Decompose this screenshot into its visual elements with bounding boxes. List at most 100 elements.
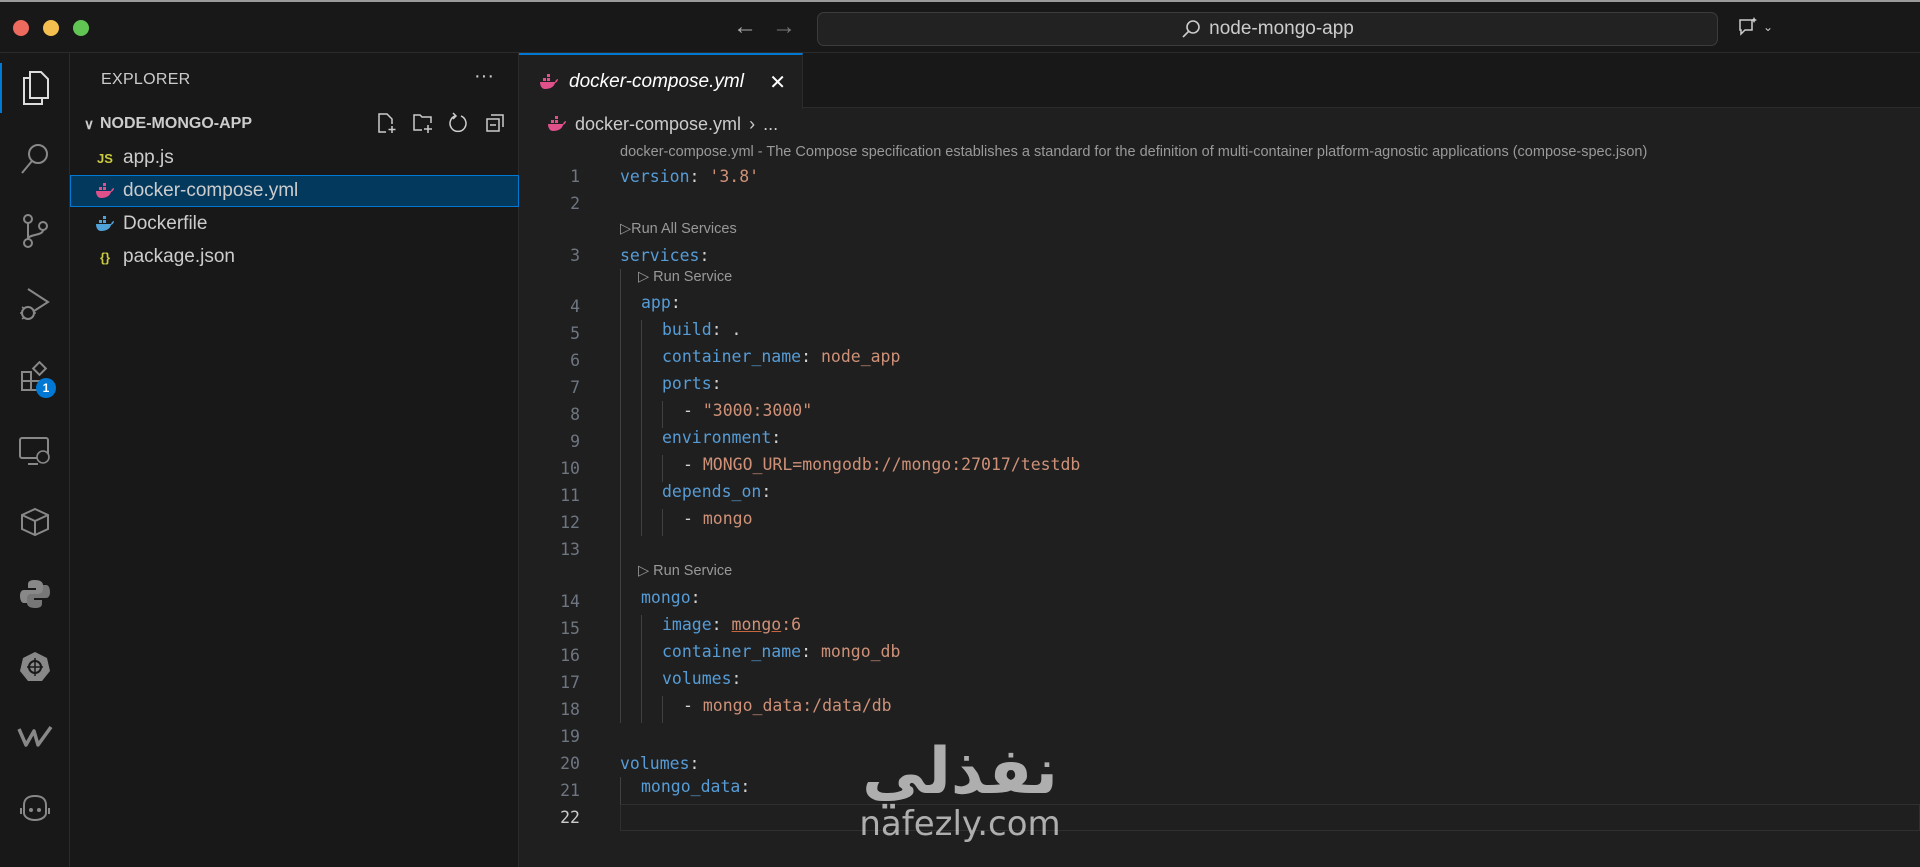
indent-guide: [641, 401, 662, 428]
docker-icon: [95, 216, 115, 232]
punctuation: -: [683, 401, 703, 420]
punctuation: :: [670, 293, 681, 312]
code-line: 1 version: '3.8': [519, 163, 1920, 190]
activity-wallaby[interactable]: [0, 712, 70, 762]
run-service-link[interactable]: ▷ Run Service: [638, 563, 732, 588]
yaml-value: :6: [781, 614, 802, 634]
new-file-button[interactable]: [376, 111, 398, 135]
refresh-icon: [449, 112, 467, 133]
code-line: 15 image: mongo:6: [519, 614, 1920, 642]
search-text: node-mongo-app: [1209, 18, 1354, 39]
yaml-key: depends_on: [662, 482, 762, 501]
activity-containers[interactable]: [0, 497, 70, 547]
indent-guide: [662, 695, 683, 723]
punctuation: :: [771, 428, 782, 447]
watermark-latin: nafezly.com: [859, 804, 1061, 844]
line-number: 15: [560, 618, 580, 638]
run-service-link[interactable]: ▷Run All Services: [620, 221, 737, 237]
activity-remote-explorer[interactable]: [0, 426, 70, 476]
docker-icon: [548, 116, 566, 131]
tab-docker-compose[interactable]: docker-compose.yml ✕: [519, 53, 803, 109]
activity-python[interactable]: [0, 569, 70, 619]
codelens-run: ▷ Run Service: [519, 268, 1920, 294]
file-name: docker-compose.yml: [123, 180, 299, 201]
codelens-run: ▷ Run Service: [519, 563, 1920, 588]
schema-hint: docker-compose.yml - The Compose specifi…: [620, 143, 1648, 160]
indent-guide: [620, 455, 641, 482]
back-button[interactable]: ←: [733, 13, 757, 41]
indent-guide: [620, 509, 641, 536]
refresh-button[interactable]: [448, 111, 470, 135]
command-center-search[interactable]: node-mongo-app: [817, 12, 1718, 46]
yaml-key: mongo_data: [641, 776, 741, 796]
file-item-app-js[interactable]: JS app.js: [70, 142, 519, 174]
line-number: 1: [570, 167, 580, 186]
punctuation: :: [711, 374, 722, 393]
code-editor[interactable]: docker-compose.yml - The Compose specifi…: [519, 140, 1920, 831]
file-item-dockerfile[interactable]: Dockerfile: [70, 208, 519, 240]
line-number: 17: [560, 672, 580, 692]
run-service-link[interactable]: ▷ Run Service: [638, 269, 732, 294]
line-number: 19: [560, 726, 580, 746]
activity-copilot[interactable]: [0, 783, 70, 833]
code-line: 7 ports:: [519, 374, 1920, 401]
file-item-docker-compose[interactable]: docker-compose.yml: [70, 175, 519, 207]
close-window-button[interactable]: [13, 20, 29, 36]
activity-explorer[interactable]: [0, 63, 70, 113]
indent-guide: [641, 347, 662, 374]
collapse-all-button[interactable]: [484, 111, 506, 135]
line-number: 6: [570, 351, 580, 370]
javascript-icon: JS: [97, 150, 113, 166]
indent-guide: [620, 293, 641, 320]
line-number: 3: [570, 245, 580, 265]
yaml-value: mongo: [702, 509, 753, 528]
docker-icon: [95, 183, 115, 199]
code-line: 12 - mongo: [519, 509, 1920, 536]
indent-guide: [620, 374, 641, 401]
container-box-icon: [21, 507, 49, 537]
maximize-window-button[interactable]: [73, 20, 89, 36]
more-actions-button[interactable]: ···: [474, 65, 494, 88]
python-icon: [20, 580, 50, 608]
activity-extensions[interactable]: 1: [0, 352, 70, 402]
activity-source-control[interactable]: [0, 206, 70, 256]
new-folder-button[interactable]: [412, 111, 434, 135]
yaml-key: container_name: [662, 641, 802, 661]
line-number: 16: [560, 645, 580, 665]
yaml-key: ports: [662, 374, 712, 393]
indent-guide: [662, 455, 683, 482]
punctuation: :: [689, 167, 710, 186]
tab-label: docker-compose.yml: [569, 71, 744, 92]
forward-button[interactable]: →: [772, 13, 796, 41]
breadcrumb-file[interactable]: docker-compose.yml: [575, 114, 741, 135]
chevron-down-icon: ⌄: [1763, 20, 1774, 34]
punctuation: :: [731, 668, 742, 688]
yaml-value[interactable]: mongo: [732, 615, 782, 642]
breadcrumb-more[interactable]: ...: [763, 114, 778, 135]
folder-name: NODE-MONGO-APP: [100, 115, 252, 132]
close-tab-icon[interactable]: ✕: [769, 70, 786, 95]
yaml-key: volumes: [662, 668, 732, 688]
yaml-key: volumes: [620, 753, 690, 773]
copilot-chat-button[interactable]: ⌄: [1737, 16, 1773, 38]
nafezly-watermark: نفذلي nafezly.com: [840, 740, 1080, 844]
file-item-package-json[interactable]: {} package.json: [70, 241, 519, 273]
indent-guide: [641, 668, 662, 696]
code-line: 10 - MONGO_URL=mongodb://mongo:27017/test…: [519, 455, 1920, 482]
codelens-run: ▷Run All Services: [519, 217, 1920, 242]
code-line: 9 environment:: [519, 428, 1920, 455]
line-number: 21: [560, 780, 580, 800]
activity-search[interactable]: [0, 134, 70, 184]
minimize-window-button[interactable]: [43, 20, 59, 36]
activity-kubernetes[interactable]: [0, 641, 70, 691]
indent-guide: [620, 776, 641, 804]
yaml-value: mongo_db: [820, 641, 901, 661]
code-line: 6 container_name: node_app: [519, 347, 1920, 374]
activity-run-debug[interactable]: [0, 279, 70, 329]
line-number: 9: [570, 432, 580, 451]
yaml-key: image: [662, 614, 712, 634]
indent-guide: [641, 509, 662, 536]
indent-guide: [620, 641, 641, 669]
source-control-icon: [23, 214, 48, 248]
file-name: package.json: [123, 246, 235, 267]
